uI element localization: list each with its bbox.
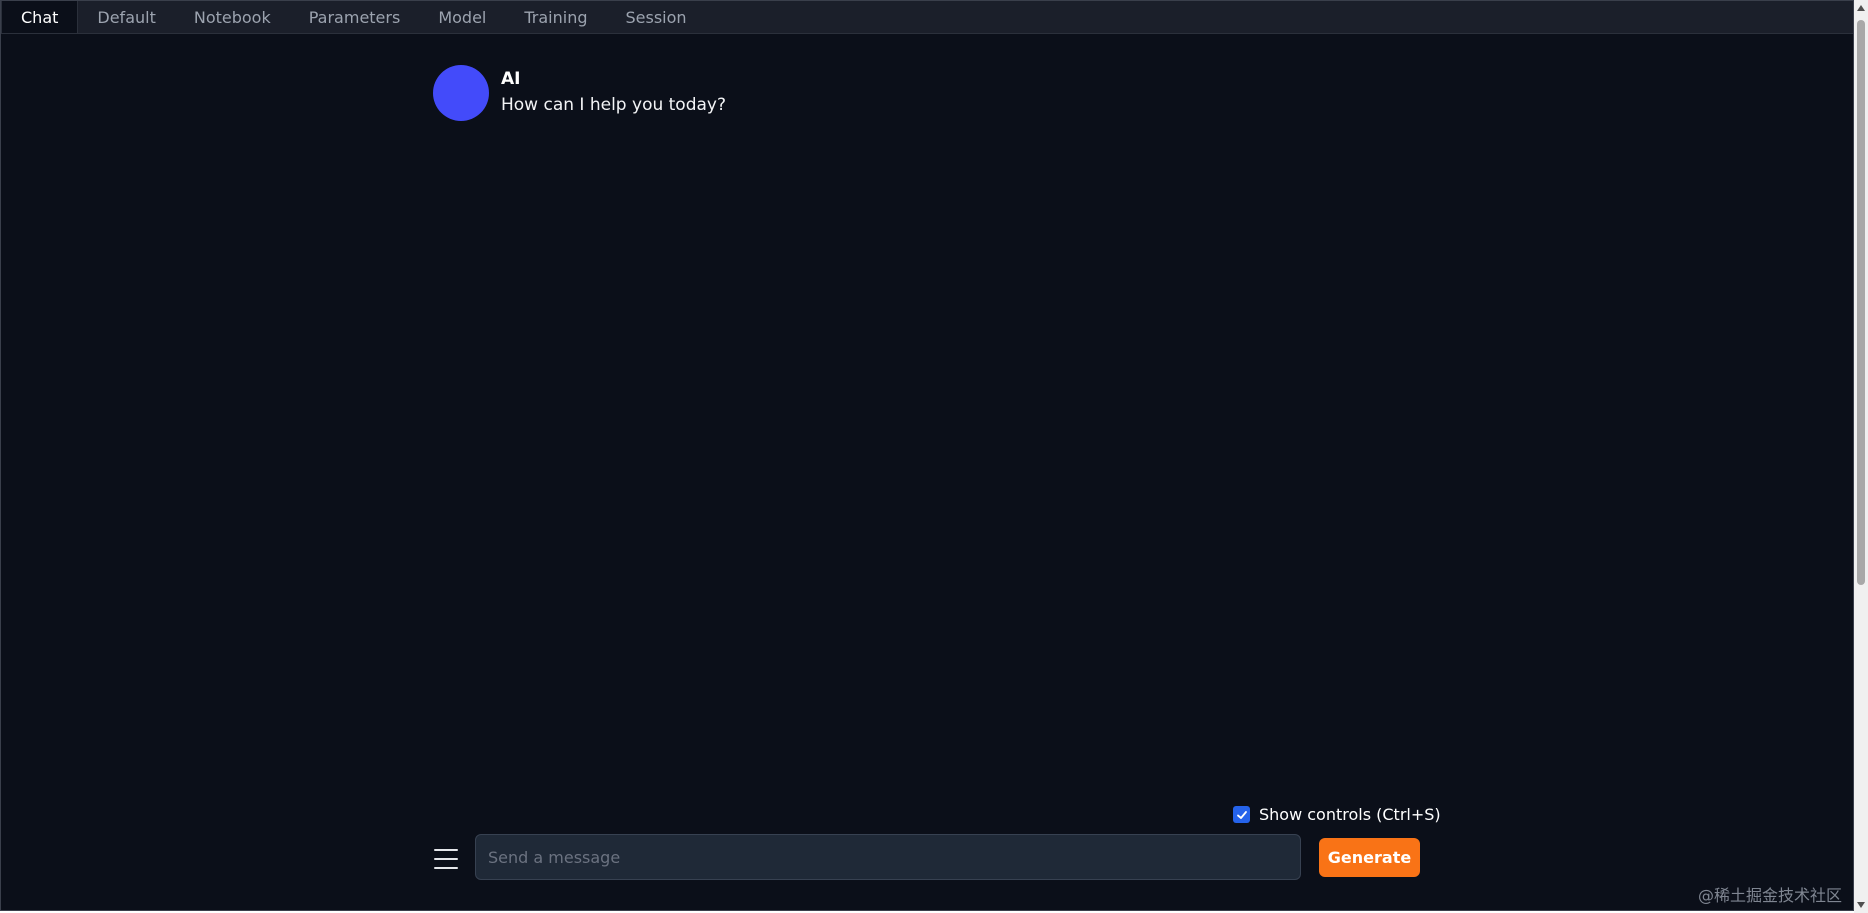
scroll-down-arrow-icon[interactable] [1857, 902, 1865, 908]
tab-default[interactable]: Default [78, 1, 174, 33]
generate-button[interactable]: Generate [1319, 838, 1420, 877]
show-controls-toggle[interactable]: Show controls (Ctrl+S) [1233, 805, 1441, 824]
tab-session[interactable]: Session [607, 1, 706, 33]
tab-bar: Chat Default Notebook Parameters Model T… [1, 1, 1853, 34]
tab-notebook[interactable]: Notebook [175, 1, 290, 33]
chat-message: AI How can I help you today? [433, 65, 726, 121]
tab-training[interactable]: Training [505, 1, 606, 33]
tab-parameters[interactable]: Parameters [290, 1, 420, 33]
tab-model[interactable]: Model [419, 1, 505, 33]
app-window: Chat Default Notebook Parameters Model T… [0, 0, 1854, 911]
checkmark-icon [1236, 810, 1247, 819]
message-author: AI [501, 69, 521, 89]
message-body: AI How can I help you today? [501, 68, 726, 117]
message-input[interactable] [475, 834, 1301, 880]
watermark: @稀土掘金技术社区 [1698, 886, 1843, 905]
show-controls-label: Show controls (Ctrl+S) [1259, 805, 1441, 824]
scroll-thumb[interactable] [1857, 20, 1865, 585]
hamburger-menu-icon[interactable] [434, 847, 458, 871]
tab-chat[interactable]: Chat [1, 1, 79, 33]
scroll-up-arrow-icon[interactable] [1857, 5, 1865, 11]
show-controls-checkbox[interactable] [1233, 806, 1250, 823]
scrollbar[interactable] [1854, 0, 1868, 913]
avatar [433, 65, 489, 121]
message-text: How can I help you today? [501, 95, 727, 115]
